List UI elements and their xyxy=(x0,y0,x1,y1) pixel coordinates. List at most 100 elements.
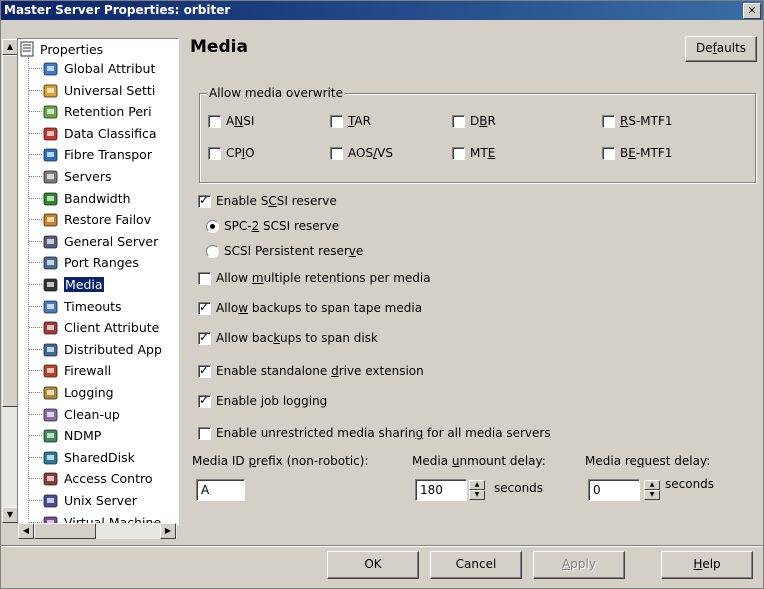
checkbox-label: MTE xyxy=(470,146,496,160)
spin-up-icon[interactable]: ▲ xyxy=(644,480,660,490)
spin-down-icon[interactable]: ▼ xyxy=(644,490,660,500)
checkbox-box[interactable] xyxy=(198,330,211,345)
title-bar[interactable]: Master Server Properties: orbiter ✕ xyxy=(1,1,763,20)
close-button[interactable]: ✕ xyxy=(743,3,761,19)
checkbox-box[interactable] xyxy=(198,300,211,315)
tree-item-label: Clean-up xyxy=(64,406,120,422)
page-title: Media xyxy=(190,37,248,57)
tree-branch-line xyxy=(29,478,42,480)
properties-dialog: Master Server Properties: orbiter ✕ ▲ ▼ … xyxy=(0,0,764,589)
tree-branch-line xyxy=(29,262,42,264)
properties-tree: Properties Global Attribut Universal Setti… xyxy=(17,38,179,525)
tree-vertical-scrollbar[interactable]: ▲ ▼ xyxy=(2,39,18,523)
media-id-prefix-input[interactable]: A xyxy=(196,479,245,501)
media-request-delay-spinner[interactable]: ▲ ▼ xyxy=(644,480,660,500)
checkbox-box[interactable] xyxy=(198,363,211,378)
ok-button[interactable]: OK xyxy=(327,551,419,579)
spin-down-icon[interactable]: ▼ xyxy=(469,490,485,500)
tree-branch-line xyxy=(29,456,42,458)
help-button[interactable]: Help xyxy=(661,551,753,579)
tree-branch-line xyxy=(29,370,42,372)
close-icon: ✕ xyxy=(747,4,757,17)
tree-branch-line xyxy=(29,348,42,350)
spin-up-icon[interactable]: ▲ xyxy=(469,480,485,490)
media-id-prefix-label: Media ID prefix (non-robotic): xyxy=(192,454,369,468)
tree-branch-line xyxy=(29,305,42,307)
checkbox-label: ANSI xyxy=(226,114,255,128)
distributed-app-icon xyxy=(42,341,58,357)
shared-disk-icon xyxy=(42,449,58,465)
tree-item-label: Bandwidth xyxy=(64,190,131,206)
scroll-up-arrow-icon[interactable]: ▲ xyxy=(2,39,18,55)
scroll-left-arrow-icon[interactable]: ◀ xyxy=(18,523,34,539)
cancel-button[interactable]: Cancel xyxy=(430,551,522,579)
tree-horizontal-scrollbar[interactable]: ◀ ▶ xyxy=(18,523,177,539)
checkbox-label: Allow backups to span tape media xyxy=(216,301,423,315)
servers-icon xyxy=(42,168,58,184)
checkbox-box[interactable] xyxy=(198,272,211,285)
access-control-icon xyxy=(42,470,58,486)
tree-branch-line xyxy=(29,327,42,329)
tree-item-label: Client Attribute xyxy=(64,320,160,336)
checkbox-box[interactable] xyxy=(330,147,343,160)
tree-item-label: Fibre Transpor xyxy=(64,147,152,163)
checkbox-label: TAR xyxy=(348,114,371,128)
media-unmount-delay-unit: seconds xyxy=(494,481,544,495)
checkbox-box[interactable] xyxy=(330,115,343,128)
tree-item-label: Unix Server xyxy=(64,493,137,508)
tree-item-label: Timeouts xyxy=(64,298,122,314)
horizontal-scroll-thumb[interactable] xyxy=(34,523,96,539)
checkbox-box[interactable] xyxy=(198,393,211,408)
tree-item-label: Port Ranges xyxy=(64,255,139,271)
checkbox-label: Allow multiple retentions per media xyxy=(216,271,431,285)
tree-item-label: Data Classifica xyxy=(64,125,157,141)
media-request-delay-input[interactable]: 0 xyxy=(588,479,640,501)
checkbox-label: Enable standalone drive extension xyxy=(216,364,424,378)
scroll-right-arrow-icon[interactable]: ▶ xyxy=(160,523,176,539)
checkbox-box[interactable] xyxy=(208,147,221,160)
tree-branch-line xyxy=(29,392,42,393)
checkbox-box[interactable] xyxy=(602,147,615,160)
tree-connector-line xyxy=(28,57,29,519)
media-unmount-delay-spinner[interactable]: ▲ ▼ xyxy=(469,480,485,500)
tree-item-label: Media xyxy=(64,277,104,292)
apply-button[interactable]: Apply xyxy=(533,551,625,579)
tree-branch-line xyxy=(29,154,42,156)
firewall-icon xyxy=(42,362,58,378)
tree-branch-line xyxy=(29,176,42,177)
universal-settings-icon xyxy=(42,82,58,98)
scroll-thumb[interactable] xyxy=(2,55,18,407)
checkbox-box[interactable] xyxy=(208,115,221,128)
tree-item-label: Logging xyxy=(64,385,114,400)
media-request-delay-unit: seconds xyxy=(665,477,715,491)
tree-item-label: Universal Setti xyxy=(64,82,156,98)
footer-separator xyxy=(1,545,763,547)
checkbox-label: AOS/VS xyxy=(348,146,393,160)
fibre-transport-icon xyxy=(42,146,58,162)
bandwidth-icon xyxy=(42,190,58,206)
scroll-down-arrow-icon[interactable]: ▼ xyxy=(2,507,18,523)
tree-item-label: Access Contro xyxy=(64,471,153,487)
defaults-button[interactable]: Defaults xyxy=(685,36,757,62)
media-unmount-delay-input[interactable]: 180 xyxy=(415,479,467,501)
checkbox-box[interactable] xyxy=(452,147,465,160)
tree-item-label: General Server xyxy=(64,233,159,249)
ndmp-icon xyxy=(42,427,58,443)
checkbox-label: RS-MTF1 xyxy=(620,114,673,128)
media-overwrite-group-label: Allow media overwrite xyxy=(207,86,345,100)
client-attributes-icon xyxy=(42,319,58,335)
checkbox-box[interactable] xyxy=(198,427,211,440)
tree-branch-line xyxy=(29,219,42,221)
checkbox-box[interactable] xyxy=(602,115,615,128)
logging-icon xyxy=(42,384,58,400)
tree-item-label: Servers xyxy=(64,169,112,184)
tree-branch-line xyxy=(29,132,42,134)
tree-item-label: SharedDisk xyxy=(64,449,135,465)
checkbox-label: Allow backups to span disk xyxy=(216,331,378,345)
data-classification-icon xyxy=(42,125,58,141)
tree-branch-line xyxy=(29,89,42,91)
checkbox-box[interactable] xyxy=(452,115,465,128)
port-ranges-icon xyxy=(42,254,58,270)
tree-branch-line xyxy=(29,240,42,242)
tree-item-label: Restore Failov xyxy=(64,212,152,228)
